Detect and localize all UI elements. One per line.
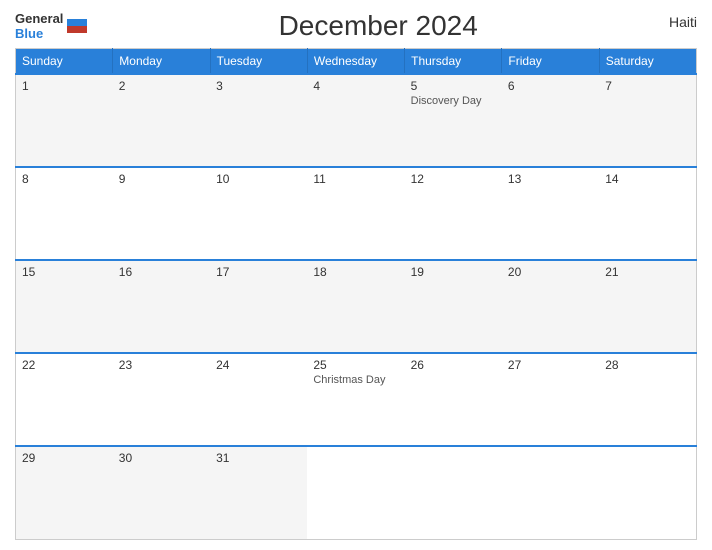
table-row: 14	[599, 167, 696, 260]
day-number: 25	[313, 358, 398, 372]
table-row: 27	[502, 353, 599, 446]
table-row: 9	[113, 167, 210, 260]
day-number: 4	[313, 79, 398, 93]
table-row	[307, 446, 404, 539]
country-label: Haiti	[669, 14, 697, 30]
table-row: 20	[502, 260, 599, 353]
day-number: 9	[119, 172, 204, 186]
table-row: 25 Christmas Day	[307, 353, 404, 446]
header-friday: Friday	[502, 49, 599, 75]
day-number: 14	[605, 172, 690, 186]
table-row: 12	[405, 167, 502, 260]
table-row: 10	[210, 167, 307, 260]
header-tuesday: Tuesday	[210, 49, 307, 75]
table-row: 17	[210, 260, 307, 353]
table-row: 29	[16, 446, 113, 539]
holiday-label: Christmas Day	[313, 374, 398, 386]
logo-blue-text: Blue	[15, 26, 63, 41]
calendar-week-row: 29 30 31	[16, 446, 697, 539]
table-row: 31	[210, 446, 307, 539]
table-row	[599, 446, 696, 539]
page: General Blue December 2024 Haiti Sunday …	[0, 0, 712, 550]
calendar-week-row: 15 16 17 18 19 20 21	[16, 260, 697, 353]
table-row: 23	[113, 353, 210, 446]
day-number: 31	[216, 451, 301, 465]
table-row: 15	[16, 260, 113, 353]
day-number: 19	[411, 265, 496, 279]
table-row: 8	[16, 167, 113, 260]
day-number: 8	[22, 172, 107, 186]
header-saturday: Saturday	[599, 49, 696, 75]
header-monday: Monday	[113, 49, 210, 75]
table-row: 13	[502, 167, 599, 260]
table-row: 6	[502, 74, 599, 167]
day-number: 30	[119, 451, 204, 465]
header-thursday: Thursday	[405, 49, 502, 75]
table-row: 2	[113, 74, 210, 167]
day-number: 23	[119, 358, 204, 372]
day-number: 2	[119, 79, 204, 93]
table-row: 7	[599, 74, 696, 167]
table-row: 30	[113, 446, 210, 539]
day-number: 1	[22, 79, 107, 93]
table-row: 11	[307, 167, 404, 260]
day-number: 24	[216, 358, 301, 372]
calendar-week-row: 89 10 11 12 13 14	[16, 167, 697, 260]
day-number: 16	[119, 265, 204, 279]
calendar-week-row: 22 23 24 25 Christmas Day 26 27 28	[16, 353, 697, 446]
logo-flag-icon	[67, 19, 87, 33]
day-number: 10	[216, 172, 301, 186]
day-number: 27	[508, 358, 593, 372]
table-row: 24	[210, 353, 307, 446]
table-row: 19	[405, 260, 502, 353]
calendar-table: Sunday Monday Tuesday Wednesday Thursday…	[15, 48, 697, 540]
table-row: 3	[210, 74, 307, 167]
logo: General Blue	[15, 11, 87, 41]
page-title: December 2024	[87, 10, 669, 42]
day-number: 7	[605, 79, 690, 93]
day-number: 22	[22, 358, 107, 372]
day-number: 18	[313, 265, 398, 279]
table-row	[405, 446, 502, 539]
table-row	[502, 446, 599, 539]
table-row: 18	[307, 260, 404, 353]
day-number: 3	[216, 79, 301, 93]
table-row: 1	[16, 74, 113, 167]
header-wednesday: Wednesday	[307, 49, 404, 75]
day-number: 13	[508, 172, 593, 186]
table-row: 28	[599, 353, 696, 446]
header-sunday: Sunday	[16, 49, 113, 75]
day-number: 6	[508, 79, 593, 93]
day-number: 15	[22, 265, 107, 279]
table-row: 26	[405, 353, 502, 446]
table-row: 5 Discovery Day	[405, 74, 502, 167]
table-row: 16	[113, 260, 210, 353]
holiday-label: Discovery Day	[411, 95, 496, 107]
header: General Blue December 2024 Haiti	[15, 10, 697, 42]
calendar-week-row: 12345 Discovery Day 67	[16, 74, 697, 167]
day-number: 21	[605, 265, 690, 279]
table-row: 22	[16, 353, 113, 446]
day-number: 28	[605, 358, 690, 372]
table-row: 21	[599, 260, 696, 353]
logo-general-text: General	[15, 11, 63, 26]
table-row: 4	[307, 74, 404, 167]
day-number: 17	[216, 265, 301, 279]
day-number: 11	[313, 172, 398, 186]
day-number: 26	[411, 358, 496, 372]
day-number: 20	[508, 265, 593, 279]
day-number: 5	[411, 79, 496, 93]
day-number: 29	[22, 451, 107, 465]
weekday-header-row: Sunday Monday Tuesday Wednesday Thursday…	[16, 49, 697, 75]
day-number: 12	[411, 172, 496, 186]
